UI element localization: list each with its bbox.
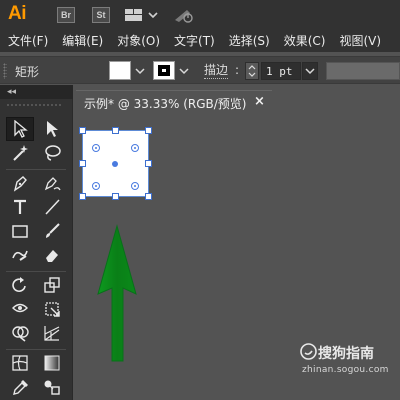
blend-tool-icon[interactable]: [38, 375, 66, 399]
resize-handle-top-right[interactable]: [145, 127, 152, 134]
document-tab-title: 示例* @ 33.33% (RGB/预览): [84, 97, 247, 111]
rotate-tool-icon[interactable]: [6, 273, 34, 297]
stroke-color-swatch[interactable]: [153, 61, 175, 80]
curvature-tool-icon[interactable]: [38, 171, 66, 195]
stroke-weight-input[interactable]: 1 pt: [261, 62, 301, 80]
stroke-swatch-icon: [158, 65, 170, 76]
corner-widget-top-left[interactable]: [92, 144, 100, 152]
line-tool-icon[interactable]: [38, 195, 66, 219]
bridge-button[interactable]: Br: [57, 7, 75, 23]
tool-divider: [6, 271, 66, 272]
stroke-dropdown-button[interactable]: [177, 63, 191, 79]
sync-rocket-icon: [175, 10, 193, 23]
eyedropper-tool-icon[interactable]: [6, 375, 34, 399]
stroke-weight-stepper[interactable]: [245, 62, 259, 80]
paintbrush-tool-icon[interactable]: [38, 219, 66, 243]
workspace-grid-icon: [125, 9, 158, 21]
menu-select[interactable]: 选择(S): [222, 30, 277, 52]
magic-wand-tool-icon[interactable]: [6, 141, 34, 165]
sogou-logo-icon: [300, 343, 317, 360]
resize-handle-left[interactable]: [79, 160, 86, 167]
corner-widget-top-right[interactable]: [131, 144, 139, 152]
menu-view[interactable]: 视图(V): [332, 30, 388, 52]
stroke-weight-dropdown[interactable]: [302, 62, 318, 80]
document-tab[interactable]: 示例* @ 33.33% (RGB/预览) ×: [76, 90, 272, 114]
shape-builder-tool-icon[interactable]: [6, 321, 34, 345]
direct-selection-tool-icon[interactable]: [38, 117, 66, 141]
fill-color-swatch[interactable]: [109, 61, 131, 80]
lasso-tool-icon[interactable]: [38, 141, 66, 165]
menu-object[interactable]: 对象(O): [110, 30, 167, 52]
stock-button[interactable]: St: [92, 7, 110, 23]
chevron-down-icon: [135, 68, 145, 75]
resize-handle-top[interactable]: [112, 127, 119, 134]
resize-handle-bottom[interactable]: [112, 193, 119, 200]
tool-divider: [6, 349, 66, 350]
app-bar: Ai Br St: [0, 0, 400, 30]
watermark: 搜狗指南 zhinan.sogou.com: [300, 342, 400, 378]
selection-type-label: 矩形: [15, 65, 40, 79]
resize-handle-bottom-left[interactable]: [79, 193, 86, 200]
sync-button[interactable]: [173, 6, 195, 24]
menu-type[interactable]: 文字(T): [167, 30, 222, 52]
selection-tool-icon[interactable]: [6, 117, 34, 141]
resize-handle-top-left[interactable]: [79, 127, 86, 134]
selected-rectangle[interactable]: [79, 127, 152, 200]
control-bar: 矩形 描边 : 1 pt: [0, 56, 400, 84]
gradient-tool-icon[interactable]: [38, 351, 66, 375]
corner-widget-bottom-left[interactable]: [92, 182, 100, 190]
stepper-arrows-icon: [248, 65, 256, 77]
perspective-grid-tool-icon[interactable]: [38, 321, 66, 345]
corner-widget-bottom-right[interactable]: [131, 182, 139, 190]
mesh-tool-icon[interactable]: [6, 351, 34, 375]
pen-tool-icon[interactable]: [6, 171, 34, 195]
chevron-down-icon: [305, 68, 315, 75]
fill-dropdown-button[interactable]: [133, 63, 147, 79]
close-icon[interactable]: ×: [254, 94, 265, 109]
center-point: [112, 161, 118, 167]
tools-panel: ◂◂: [0, 85, 73, 400]
type-tool-icon[interactable]: [6, 195, 34, 219]
menu-bar: 文件(F) 编辑(E) 对象(O) 文字(T) 选择(S) 效果(C) 视图(V…: [0, 30, 400, 52]
watermark-url: zhinan.sogou.com: [302, 365, 389, 375]
workspace-layout-button[interactable]: [125, 8, 159, 22]
menu-effect[interactable]: 效果(C): [277, 30, 333, 52]
panel-grip[interactable]: [6, 103, 62, 107]
panel-grip[interactable]: [3, 63, 7, 79]
green-arrow: [95, 224, 139, 364]
free-transform-tool-icon[interactable]: [38, 297, 66, 321]
shaper-tool-icon[interactable]: [6, 243, 34, 267]
scale-tool-icon[interactable]: [38, 273, 66, 297]
illustrator-logo: Ai: [8, 3, 27, 24]
eraser-tool-icon[interactable]: [38, 243, 66, 267]
collapse-panel-button[interactable]: ◂◂: [7, 86, 16, 98]
tool-divider: [6, 169, 66, 170]
rectangle-tool-icon[interactable]: [6, 219, 34, 243]
width-tool-icon[interactable]: [6, 297, 34, 321]
menu-file[interactable]: 文件(F): [0, 30, 55, 52]
resize-handle-bottom-right[interactable]: [145, 193, 152, 200]
variable-width-profile[interactable]: [326, 62, 400, 80]
chevron-down-icon: [179, 68, 189, 75]
tools-panel-header: ◂◂: [0, 85, 73, 99]
resize-handle-right[interactable]: [145, 160, 152, 167]
watermark-brand: 搜狗指南: [318, 346, 374, 362]
menu-edit[interactable]: 编辑(E): [55, 30, 110, 52]
stroke-colon: :: [235, 63, 240, 77]
stroke-panel-link[interactable]: 描边: [204, 63, 229, 79]
